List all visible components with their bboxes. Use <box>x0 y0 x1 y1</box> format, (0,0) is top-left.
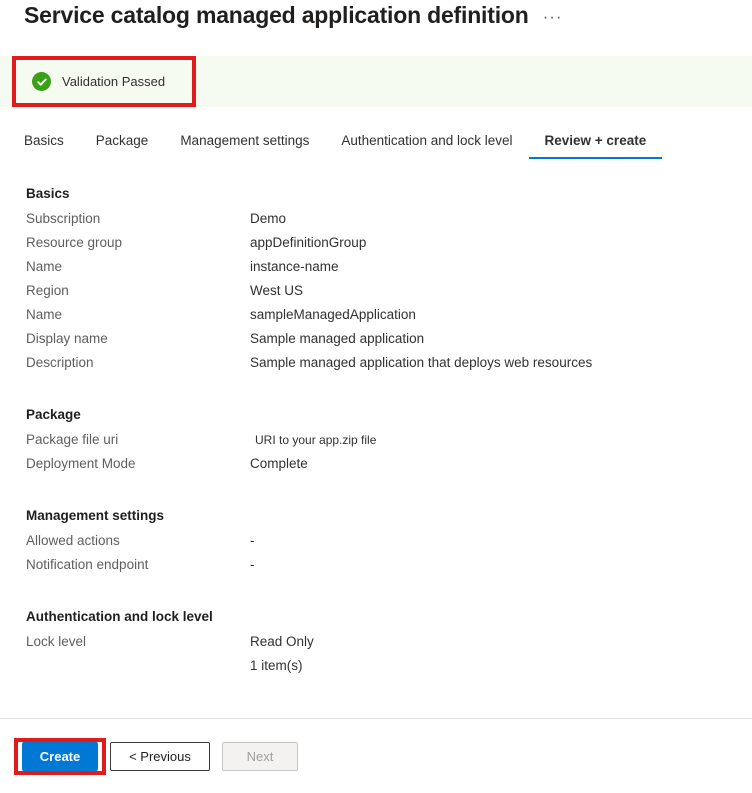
section-title-basics: Basics <box>26 186 70 201</box>
row-package-file-uri: Package file uri URI to your app.zip fil… <box>0 432 752 456</box>
value-name-instance: instance-name <box>250 259 339 274</box>
label-subscription: Subscription <box>26 211 101 226</box>
value-lock-level: Read Only <box>250 634 314 649</box>
label-name-instance: Name <box>26 259 63 274</box>
section-basics: Basics Subscription Demo Resource group … <box>0 186 752 379</box>
next-button: Next <box>222 742 298 771</box>
label-resource-group: Resource group <box>26 235 123 250</box>
tab-review-create[interactable]: Review + create <box>528 133 663 159</box>
value-allowed-actions: - <box>250 533 255 548</box>
label-deployment-mode: Deployment Mode <box>26 456 136 471</box>
section-title-package: Package <box>26 407 81 422</box>
value-package-file-uri: URI to your app.zip file <box>255 433 377 447</box>
create-button[interactable]: Create <box>22 742 98 771</box>
row-deployment-mode: Deployment Mode Complete <box>0 456 752 480</box>
label-notification-endpoint: Notification endpoint <box>26 557 149 572</box>
value-deployment-mode: Complete <box>250 456 308 471</box>
value-display-name: Sample managed application <box>250 331 425 346</box>
value-region: West US <box>250 283 304 298</box>
label-name-definition: Name <box>26 307 63 322</box>
label-display-name: Display name <box>26 331 108 346</box>
row-name-definition: Name sampleManagedApplication <box>0 307 752 331</box>
footer-divider <box>0 718 752 719</box>
more-options-icon[interactable]: ··· <box>543 8 563 25</box>
section-title-management-settings: Management settings <box>26 508 165 523</box>
page-title: Service catalog managed application defi… <box>24 2 529 28</box>
value-notification-endpoint: - <box>250 557 255 572</box>
label-allowed-actions: Allowed actions <box>26 533 120 548</box>
value-name-definition: sampleManagedApplication <box>250 307 416 322</box>
review-content: Basics Subscription Demo Resource group … <box>0 186 752 690</box>
page-header: Service catalog managed application defi… <box>24 2 563 29</box>
row-notification-endpoint: Notification endpoint - <box>0 557 752 581</box>
tab-authentication-and-lock-level[interactable]: Authentication and lock level <box>325 133 528 159</box>
label-description: Description <box>26 355 94 370</box>
section-title-authentication-and-lock-level: Authentication and lock level <box>26 609 213 624</box>
row-resource-group: Resource group appDefinitionGroup <box>0 235 752 259</box>
tab-package[interactable]: Package <box>80 133 165 159</box>
validation-banner-content: Validation Passed <box>32 72 165 91</box>
value-lock-level-count: 1 item(s) <box>250 658 303 673</box>
row-subscription: Subscription Demo <box>0 211 752 235</box>
row-region: Region West US <box>0 283 752 307</box>
row-description: Description Sample managed application t… <box>0 355 752 379</box>
wizard-tabs: Basics Package Management settings Authe… <box>24 133 663 159</box>
row-display-name: Display name Sample managed application <box>0 331 752 355</box>
row-lock-level-count: 1 item(s) <box>0 658 752 684</box>
check-circle-icon <box>32 72 51 91</box>
label-package-file-uri: Package file uri <box>26 432 119 447</box>
row-lock-level: Lock level Read Only <box>0 634 752 658</box>
tab-management-settings[interactable]: Management settings <box>164 133 325 159</box>
validation-banner: Validation Passed <box>0 56 752 107</box>
section-management-settings: Management settings Allowed actions - No… <box>0 508 752 581</box>
wizard-footer: Create < Previous Next <box>22 742 298 771</box>
value-description: Sample managed application that deploys … <box>250 355 593 370</box>
row-allowed-actions: Allowed actions - <box>0 533 752 557</box>
validation-status-text: Validation Passed <box>62 74 166 89</box>
previous-button[interactable]: < Previous <box>110 742 210 771</box>
section-package: Package Package file uri URI to your app… <box>0 407 752 480</box>
value-resource-group: appDefinitionGroup <box>250 235 367 250</box>
label-region: Region <box>26 283 69 298</box>
tab-basics[interactable]: Basics <box>24 133 80 159</box>
section-authentication-and-lock-level: Authentication and lock level Lock level… <box>0 609 752 684</box>
row-name-instance: Name instance-name <box>0 259 752 283</box>
label-lock-level: Lock level <box>26 634 87 649</box>
value-subscription: Demo <box>250 211 287 226</box>
